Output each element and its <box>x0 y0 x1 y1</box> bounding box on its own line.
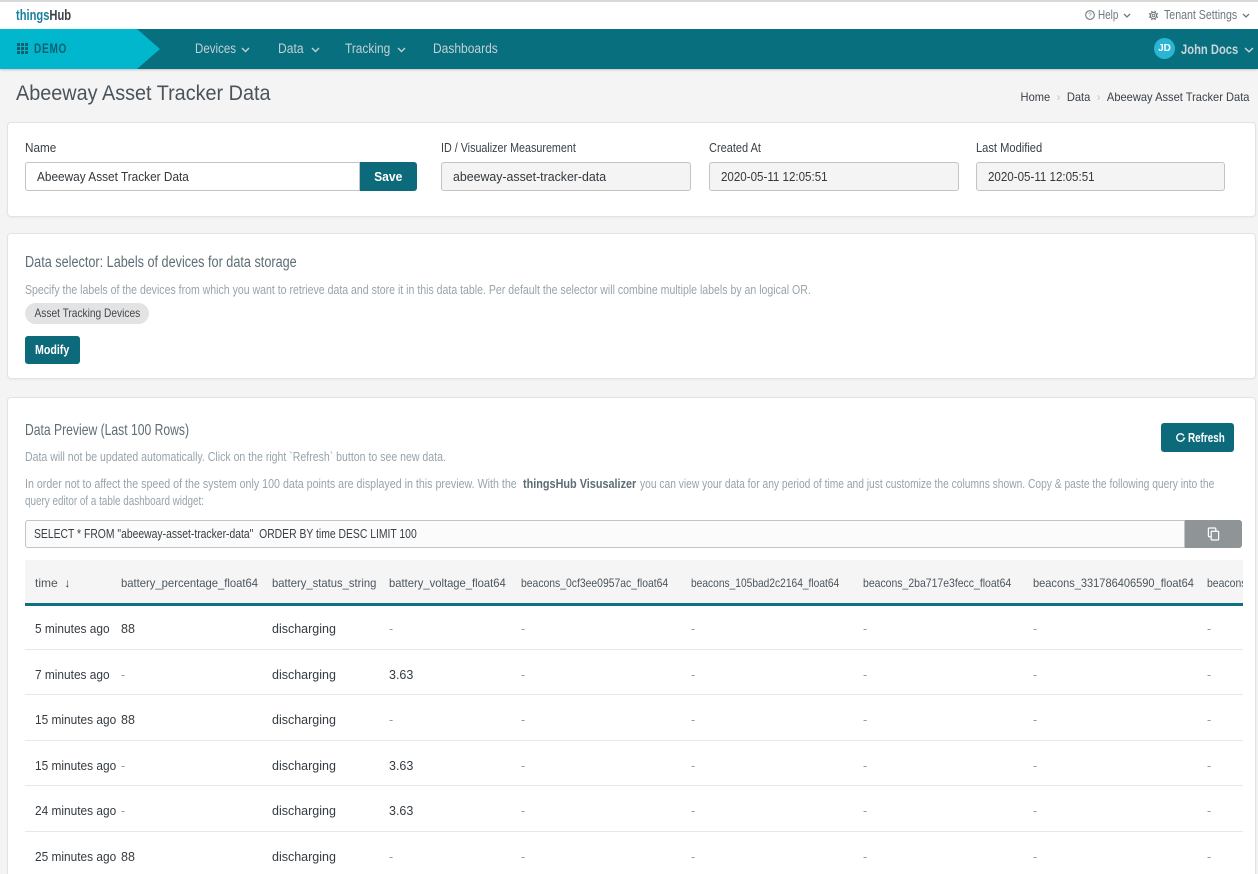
svg-text:?: ? <box>1088 12 1092 19</box>
